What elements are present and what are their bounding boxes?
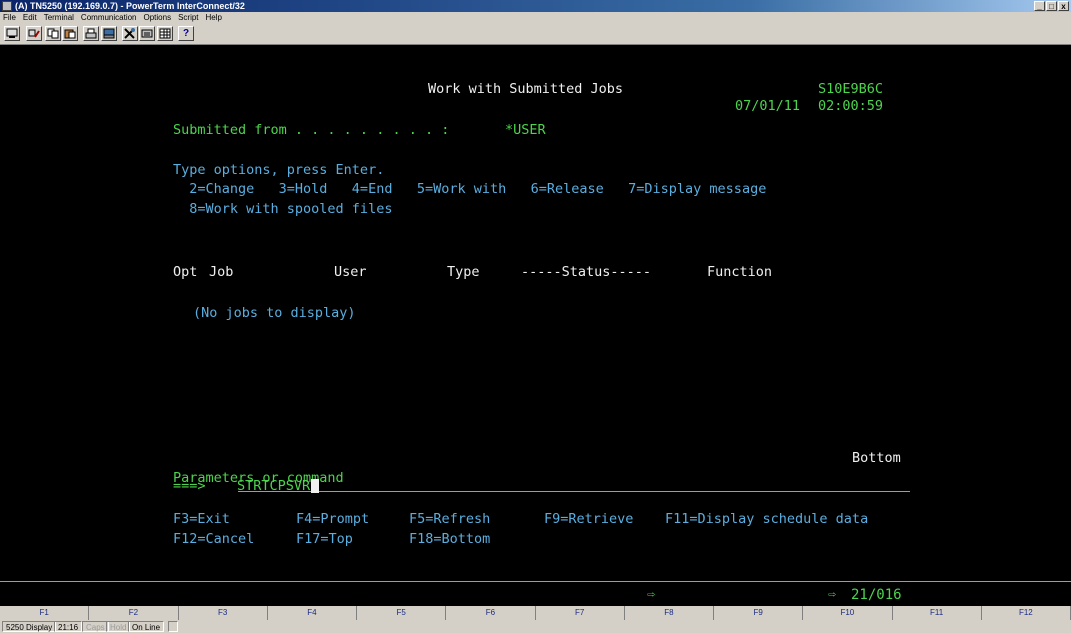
column-header-opt: Opt [173, 264, 198, 280]
input-arrow-icon: ⇨ [647, 587, 655, 602]
session-icon[interactable] [4, 26, 20, 41]
system-name: S10E9B6C [818, 81, 884, 97]
fkey-button-f4[interactable]: F4 [268, 606, 357, 620]
window-controls: _ □ x [1034, 1, 1069, 11]
fkey-button-f1[interactable]: F1 [0, 606, 90, 620]
status-mode: 5250 Display [2, 621, 57, 632]
instructions-text: Type options, press Enter. [173, 162, 385, 178]
maximize-button[interactable]: □ [1046, 1, 1057, 11]
terminal-screen[interactable]: Work with Submitted Jobs S10E9B6C 07/01/… [0, 45, 1071, 581]
column-header-function: Function [707, 264, 773, 280]
copy-icon[interactable] [45, 26, 61, 41]
screen-time: 02:00:59 [818, 98, 884, 114]
cursor-position: 21/016 [851, 587, 902, 603]
command-prompt: ===> [173, 478, 206, 494]
menu-script[interactable]: Script [175, 12, 202, 24]
paste-icon[interactable] [62, 26, 78, 41]
operator-info-area: ⇨ ⇨ 21/016 [0, 581, 1071, 607]
fkey-button-f2[interactable]: F2 [89, 606, 179, 620]
column-header-status: -----Status----- [521, 264, 652, 280]
screen-date: 07/01/11 [735, 98, 801, 114]
fkey-button-f9[interactable]: F9 [714, 606, 804, 620]
window-titlebar: (A) TN5250 (192.169.0.7) - PowerTerm Int… [0, 0, 1071, 12]
fkey-button-f12[interactable]: F12 [982, 606, 1071, 620]
menu-file[interactable]: File [0, 12, 20, 24]
status-online: On Line [128, 621, 165, 632]
fkey-button-f10[interactable]: F10 [803, 606, 893, 620]
menu-help[interactable]: Help [203, 12, 226, 24]
print-icon[interactable] [83, 26, 99, 41]
f18-bottom-key[interactable]: F18=Bottom [409, 531, 490, 547]
f5-refresh-key[interactable]: F5=Refresh [409, 511, 490, 527]
fkey-button-f8[interactable]: F8 [625, 606, 714, 620]
menu-edit[interactable]: Edit [20, 12, 41, 24]
options-line-1: 2=Change 3=Hold 4=End 5=Work with 6=Rele… [173, 181, 767, 197]
status-empty-pane [168, 621, 178, 632]
connect-icon[interactable] [26, 26, 42, 41]
column-header-job: Job [209, 264, 234, 280]
column-header-user: User [334, 264, 367, 280]
menu-options[interactable]: Options [141, 12, 176, 24]
status-caps: Caps [82, 621, 109, 632]
f12-cancel-key[interactable]: F12=Cancel [173, 531, 254, 547]
options-line-2: 8=Work with spooled files [173, 201, 393, 217]
toolbar: ? [0, 24, 1071, 45]
text-cursor [311, 479, 319, 493]
f4-prompt-key[interactable]: F4=Prompt [296, 511, 369, 527]
fkey-button-f3[interactable]: F3 [179, 606, 268, 620]
status-hold: Hold [106, 621, 131, 632]
fkey-button-f7[interactable]: F7 [536, 606, 625, 620]
fkey-button-f5[interactable]: F5 [357, 606, 447, 620]
keypad-icon[interactable] [139, 26, 155, 41]
status-position: 21:16 [54, 621, 83, 632]
menu-terminal[interactable]: Terminal [41, 12, 78, 24]
f11-display-schedule-key[interactable]: F11=Display schedule data [665, 511, 868, 527]
fkey-button-f11[interactable]: F11 [893, 606, 982, 620]
command-input-underline [238, 491, 910, 492]
bottom-indicator: Bottom [852, 450, 901, 466]
menu-bar: File Edit Terminal Communication Options… [0, 12, 1071, 24]
close-button[interactable]: x [1058, 1, 1069, 11]
grid-icon[interactable] [157, 26, 173, 41]
status-bar: 5250 Display 21:16 Caps Hold On Line [0, 620, 1071, 633]
submitted-from-value[interactable]: *USER [505, 122, 546, 138]
submitted-from-label: Submitted from . . . . . . . . . : [173, 122, 450, 138]
empty-list-message: (No jobs to display) [193, 305, 356, 321]
column-header-type: Type [447, 264, 480, 280]
fkey-button-f6[interactable]: F6 [446, 606, 536, 620]
settings-icon[interactable] [122, 26, 138, 41]
keyboard-icon[interactable] [101, 26, 117, 41]
cursor-arrow-icon: ⇨ [828, 587, 836, 602]
page-title: Work with Submitted Jobs [428, 81, 624, 97]
menu-communication[interactable]: Communication [78, 12, 141, 24]
function-key-bar: F1 F2 F3 F4 F5 F6 F7 F8 F9 F10 F11 F12 [0, 606, 1071, 620]
f17-top-key[interactable]: F17=Top [296, 531, 353, 547]
f3-exit-key[interactable]: F3=Exit [173, 511, 230, 527]
f9-retrieve-key[interactable]: F9=Retrieve [544, 511, 633, 527]
help-icon[interactable]: ? [178, 26, 194, 41]
minimize-button[interactable]: _ [1034, 1, 1045, 11]
app-icon [2, 1, 12, 11]
window-title: (A) TN5250 (192.169.0.7) - PowerTerm Int… [15, 1, 245, 11]
